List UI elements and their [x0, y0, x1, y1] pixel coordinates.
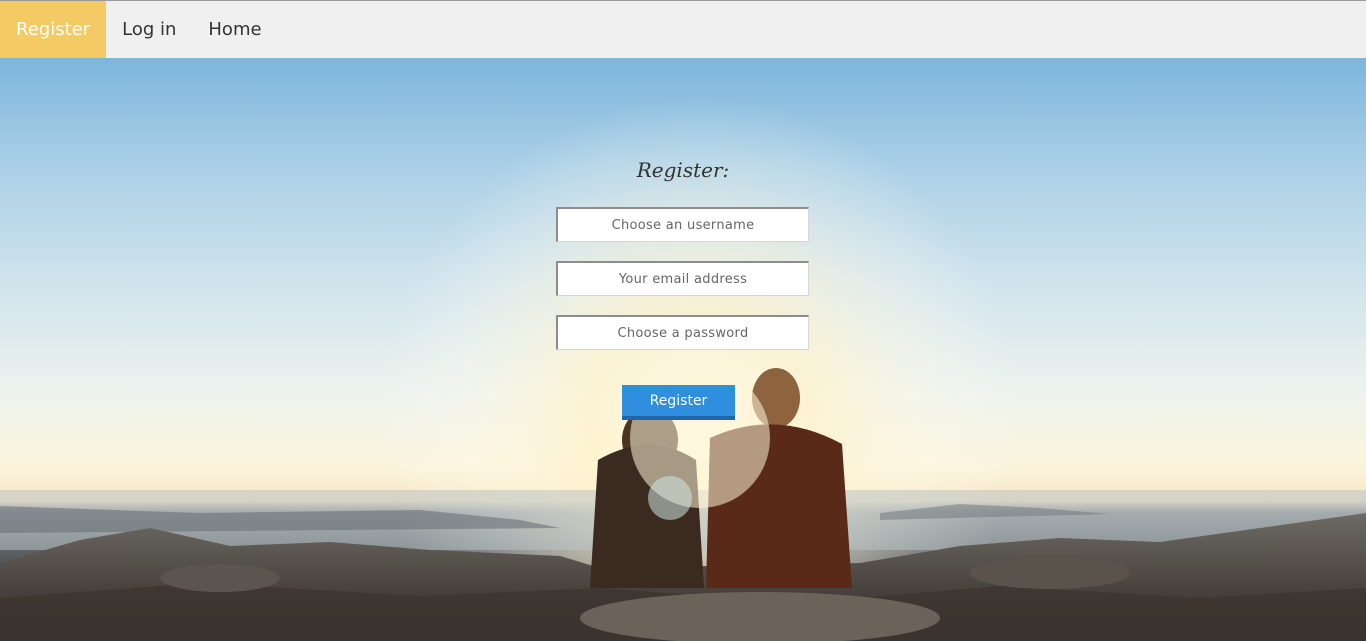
- nav-register[interactable]: Register: [0, 1, 107, 58]
- register-button[interactable]: Register: [622, 385, 735, 420]
- register-form: Register: Register: [0, 58, 1366, 641]
- hero-background: Register: Register: [0, 58, 1366, 641]
- nav-log-in[interactable]: Log in: [106, 1, 192, 58]
- top-navigation: Register Log in Home: [0, 0, 1366, 58]
- email-input[interactable]: [556, 261, 809, 296]
- form-title: Register:: [636, 158, 730, 182]
- username-input[interactable]: [556, 207, 809, 242]
- nav-home[interactable]: Home: [192, 1, 277, 58]
- password-input[interactable]: [556, 315, 809, 350]
